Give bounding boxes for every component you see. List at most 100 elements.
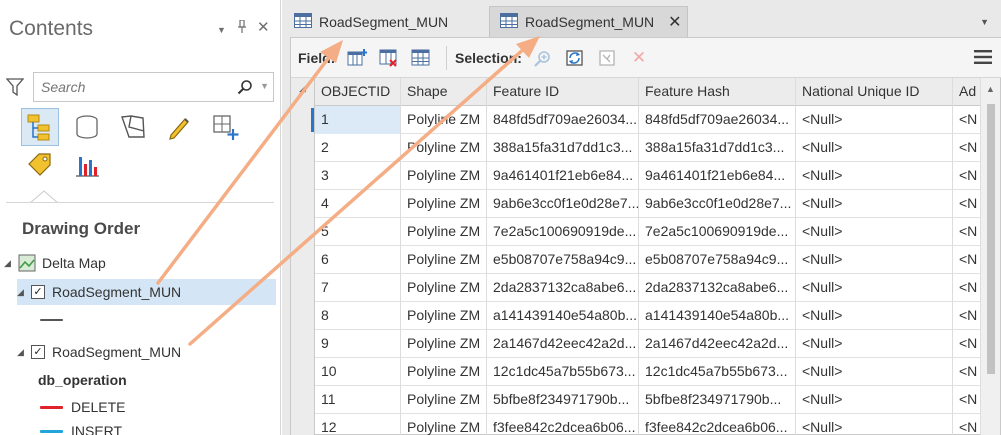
expand-triangle-icon[interactable]: ◢ bbox=[4, 258, 18, 269]
table-cell[interactable]: 1 bbox=[315, 106, 401, 134]
table-row[interactable]: 9 Polyline ZM 2a1467d42eec42a2d... 2a1467d4… bbox=[291, 330, 981, 358]
table-cell[interactable]: <Null> bbox=[796, 358, 953, 386]
table-cell[interactable]: 2da2837132ca8abe6... bbox=[639, 274, 796, 302]
table-row[interactable]: 4 Polyline ZM 9ab6e3cc0f1e0d28e7... 9ab6e3c… bbox=[291, 190, 981, 218]
table-cell[interactable]: 5 bbox=[315, 218, 401, 246]
table-cell[interactable]: f3fee842c2dcea6b06... bbox=[639, 414, 796, 435]
column-header[interactable]: Feature ID bbox=[487, 78, 639, 106]
table-row[interactable]: 7 Polyline ZM 2da2837132ca8abe6... 2da28371… bbox=[291, 274, 981, 302]
table-cell[interactable]: 388a15fa31d7dd1c3... bbox=[639, 134, 796, 162]
tree-layer-item[interactable]: ◢ ✓ RoadSegment_MUN bbox=[17, 339, 181, 365]
table-cell[interactable]: Polyline ZM bbox=[401, 218, 487, 246]
table-cell[interactable]: 2a1467d42eec42a2d... bbox=[487, 330, 639, 358]
table-cell[interactable]: 6 bbox=[315, 246, 401, 274]
data-source-view-icon[interactable] bbox=[68, 108, 106, 146]
table-cell[interactable]: Polyline ZM bbox=[401, 134, 487, 162]
expand-triangle-icon[interactable]: ◢ bbox=[17, 347, 31, 358]
table-cell[interactable]: <Null> bbox=[796, 134, 953, 162]
table-cell[interactable]: <N bbox=[953, 274, 981, 302]
table-cell[interactable]: 12 bbox=[315, 414, 401, 435]
table-cell[interactable]: <Null> bbox=[796, 218, 953, 246]
tree-layer-item[interactable]: ◢ ✓ RoadSegment_MUN bbox=[17, 279, 276, 305]
table-row[interactable]: 8 Polyline ZM a141439140e54a80b... a1414391… bbox=[291, 302, 981, 330]
tab-list-dropdown-icon[interactable]: ▼ bbox=[980, 17, 989, 27]
labeling-view-icon[interactable] bbox=[21, 146, 59, 184]
column-header[interactable]: OBJECTID bbox=[315, 78, 401, 106]
table-cell[interactable]: 5bfbe8f234971790b... bbox=[487, 386, 639, 414]
table-cell[interactable]: <Null> bbox=[796, 162, 953, 190]
zoom-to-selection-icon[interactable] bbox=[532, 48, 554, 68]
table-cell[interactable]: <N bbox=[953, 106, 981, 134]
scrollbar-thumb[interactable] bbox=[987, 104, 995, 374]
row-selector[interactable] bbox=[291, 330, 315, 358]
table-cell[interactable]: 2 bbox=[315, 134, 401, 162]
select-all-rows-corner[interactable]: ◢ bbox=[291, 78, 315, 106]
table-row[interactable]: 2 Polyline ZM 388a15fa31d7dd1c3... 388a15fa… bbox=[291, 134, 981, 162]
table-cell[interactable]: Polyline ZM bbox=[401, 246, 487, 274]
table-row[interactable]: 11 Polyline ZM 5bfbe8f234971790b... 5bfbe8f… bbox=[291, 386, 981, 414]
scroll-up-icon[interactable]: ▲ bbox=[986, 84, 995, 94]
row-selector[interactable] bbox=[291, 106, 315, 134]
table-cell[interactable]: Polyline ZM bbox=[401, 386, 487, 414]
table-cell[interactable]: <Null> bbox=[796, 246, 953, 274]
layer-visibility-checkbox[interactable]: ✓ bbox=[31, 345, 45, 359]
table-cell[interactable]: 9a461401f21eb6e84... bbox=[639, 162, 796, 190]
table-row[interactable]: 5 Polyline ZM 7e2a5c100690919de... 7e2a5c10… bbox=[291, 218, 981, 246]
table-cell[interactable]: <N bbox=[953, 246, 981, 274]
table-cell[interactable]: 9ab6e3cc0f1e0d28e7... bbox=[487, 190, 639, 218]
table-cell[interactable]: <Null> bbox=[796, 106, 953, 134]
table-cell[interactable]: Polyline ZM bbox=[401, 190, 487, 218]
clear-selection-icon[interactable]: ✕ bbox=[628, 48, 650, 68]
calculate-field-icon[interactable] bbox=[410, 48, 432, 68]
table-cell[interactable]: <N bbox=[953, 162, 981, 190]
table-cell[interactable]: <N bbox=[953, 302, 981, 330]
table-row[interactable]: 6 Polyline ZM e5b08707e758a94c9... e5b08707… bbox=[291, 246, 981, 274]
table-cell[interactable]: 5bfbe8f234971790b... bbox=[639, 386, 796, 414]
table-cell[interactable]: 848fd5df709ae26034... bbox=[487, 106, 639, 134]
row-selector[interactable] bbox=[291, 358, 315, 386]
table-cell[interactable]: 4 bbox=[315, 190, 401, 218]
table-cell[interactable]: 7e2a5c100690919de... bbox=[487, 218, 639, 246]
snapping-view-icon[interactable] bbox=[206, 108, 244, 146]
close-tab-icon[interactable]: ✕ bbox=[668, 12, 681, 32]
table-cell[interactable]: 10 bbox=[315, 358, 401, 386]
row-selector[interactable] bbox=[291, 386, 315, 414]
pin-icon[interactable] bbox=[237, 19, 247, 36]
filter-icon[interactable] bbox=[5, 77, 26, 97]
pane-options-icon[interactable]: ▼ bbox=[217, 25, 226, 35]
table-cell[interactable]: 11 bbox=[315, 386, 401, 414]
table-cell[interactable]: a141439140e54a80b... bbox=[487, 302, 639, 330]
table-cell[interactable]: 9a461401f21eb6e84... bbox=[487, 162, 639, 190]
table-cell[interactable]: <Null> bbox=[796, 190, 953, 218]
drawing-order-view-icon[interactable] bbox=[21, 108, 59, 146]
vertical-scrollbar[interactable]: ▲ bbox=[980, 78, 1000, 435]
table-cell[interactable]: 2da2837132ca8abe6... bbox=[487, 274, 639, 302]
table-cell[interactable]: Polyline ZM bbox=[401, 162, 487, 190]
table-cell[interactable]: Polyline ZM bbox=[401, 414, 487, 435]
charts-view-icon[interactable] bbox=[68, 146, 106, 184]
row-selector[interactable] bbox=[291, 246, 315, 274]
selection-view-icon[interactable] bbox=[114, 108, 152, 146]
column-header[interactable]: Feature Hash bbox=[639, 78, 796, 106]
table-row[interactable]: 3 Polyline ZM 9a461401f21eb6e84... 9a461401… bbox=[291, 162, 981, 190]
select-all-icon[interactable] bbox=[596, 48, 618, 68]
table-cell[interactable]: <N bbox=[953, 134, 981, 162]
table-cell[interactable]: 9ab6e3cc0f1e0d28e7... bbox=[639, 190, 796, 218]
layer-visibility-checkbox[interactable]: ✓ bbox=[31, 285, 45, 299]
table-cell[interactable]: 7 bbox=[315, 274, 401, 302]
table-row[interactable]: 1 Polyline ZM 848fd5df709ae26034... 848fd5d… bbox=[291, 106, 981, 134]
table-cell[interactable]: a141439140e54a80b... bbox=[639, 302, 796, 330]
editing-view-icon[interactable] bbox=[160, 108, 198, 146]
table-cell[interactable]: e5b08707e758a94c9... bbox=[487, 246, 639, 274]
row-selector[interactable] bbox=[291, 414, 315, 435]
table-cell[interactable]: <Null> bbox=[796, 414, 953, 435]
table-cell[interactable]: 12c1dc45a7b55b673... bbox=[639, 358, 796, 386]
tab-attribute-table-1[interactable]: RoadSegment_MUN bbox=[284, 6, 482, 37]
delete-field-icon[interactable] bbox=[378, 48, 400, 68]
table-cell[interactable]: 12c1dc45a7b55b673... bbox=[487, 358, 639, 386]
search-dropdown-icon[interactable]: ▼ bbox=[260, 81, 269, 91]
table-cell[interactable]: <Null> bbox=[796, 386, 953, 414]
expand-triangle-icon[interactable]: ◢ bbox=[17, 287, 31, 298]
close-pane-icon[interactable]: ✕ bbox=[257, 18, 270, 36]
table-cell[interactable]: Polyline ZM bbox=[401, 106, 487, 134]
